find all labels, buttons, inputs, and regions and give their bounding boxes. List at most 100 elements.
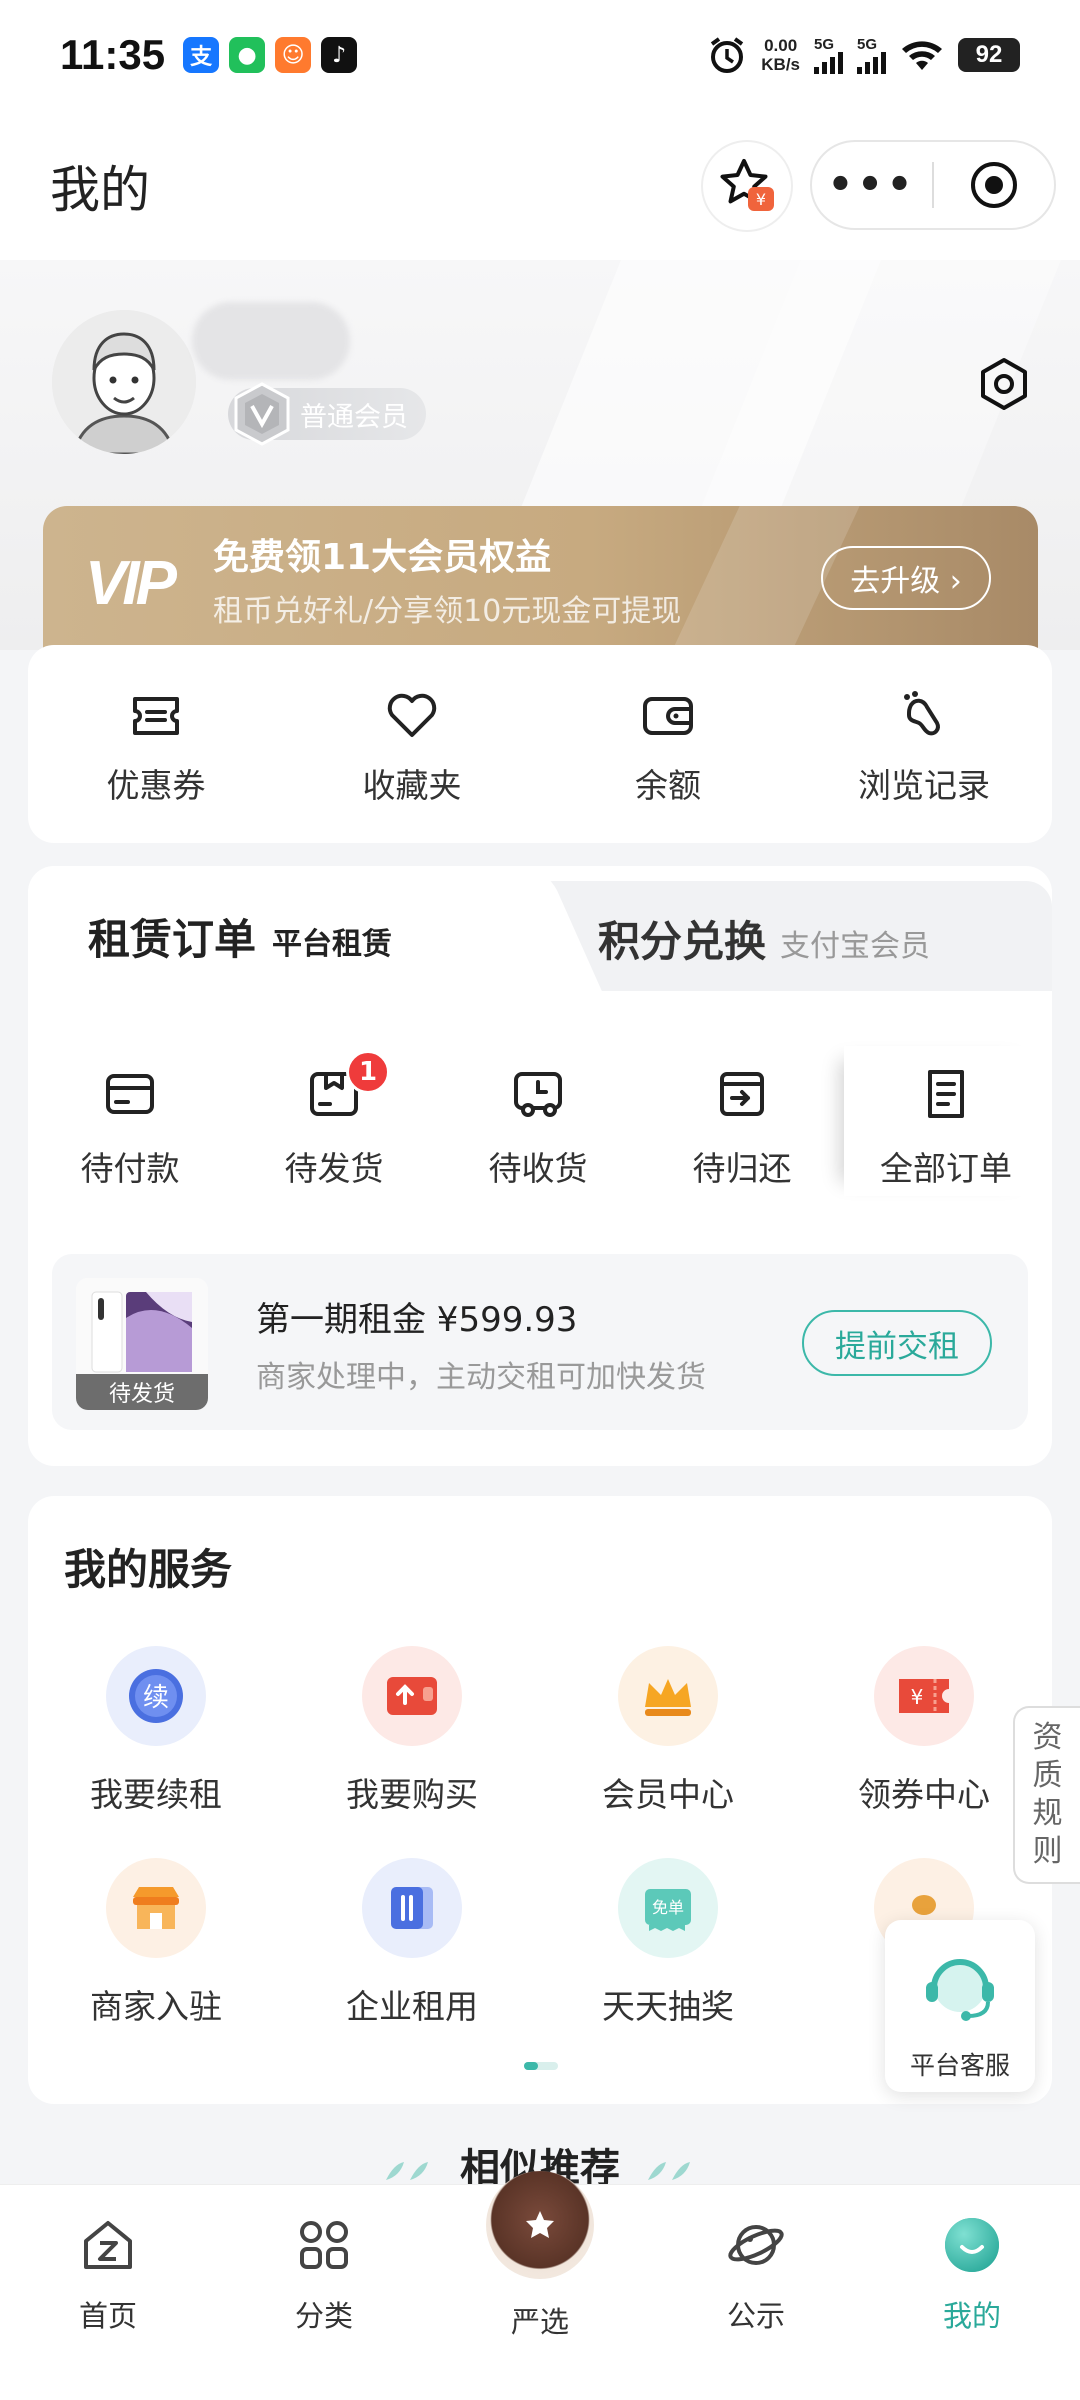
quick-actions: 优惠券 收藏夹 余额 浏览记录	[28, 645, 1052, 843]
vip-logo: VIP	[85, 549, 177, 618]
renew-icon: 续	[106, 1646, 206, 1746]
nav-label: 分类	[294, 2299, 353, 2333]
order-pending-return[interactable]: 待归还	[640, 1046, 844, 1196]
service-label: 商家入驻	[90, 1987, 222, 2026]
orders-card: 租赁订单 平台租赁 积分兑换 支付宝会员 待付款 1 待发货 待收货 待归还 全…	[28, 866, 1052, 1466]
svg-text:¥: ¥	[911, 1685, 924, 1709]
nav-home[interactable]: 首页	[0, 2185, 216, 2400]
tab-points-exchange[interactable]: 积分兑换 支付宝会员	[598, 908, 930, 969]
nav-category[interactable]: 分类	[216, 2185, 432, 2400]
vip-title: 免费领11大会员权益	[213, 537, 552, 578]
selection-icon	[486, 2171, 594, 2279]
pending-order-card[interactable]: 待发货 第一期租金 ¥599.93 商家处理中，主动交租可加快发货 提前交租	[52, 1254, 1028, 1430]
svg-text:续: 续	[143, 1683, 169, 1713]
miniapp-capsule: •••	[810, 140, 1056, 230]
favorite-button[interactable]: ¥	[703, 142, 791, 230]
quick-label: 浏览记录	[858, 766, 990, 805]
store-icon	[106, 1858, 206, 1958]
qualification-rules-tab[interactable]: 资 质 规 则	[1013, 1706, 1080, 1884]
truck-icon	[514, 1072, 562, 1117]
member-level-badge[interactable]: 普通会员	[228, 382, 426, 446]
vip-subtitle: 租币兑好礼/分享领10元现金可提现	[213, 594, 682, 629]
wifi-icon	[902, 41, 942, 70]
order-pending-shipment[interactable]: 1 待发货	[232, 1046, 436, 1196]
more-menu-button[interactable]: •••	[812, 162, 932, 208]
signal-bars-icon	[814, 51, 843, 74]
vip-banner[interactable]: VIP 免费领11大会员权益 租币兑好礼/分享领10元现金可提现 去升级 ›	[43, 506, 1038, 650]
order-status-label: 待付款	[80, 1149, 180, 1188]
nav-label: 我的	[942, 2299, 1001, 2333]
order-pending-receipt[interactable]: 待收货	[436, 1046, 640, 1196]
alarm-icon	[711, 37, 744, 73]
crown-icon	[618, 1646, 718, 1746]
order-status-label: 待归还	[692, 1149, 792, 1188]
upgrade-button[interactable]: 去升级 ›	[821, 546, 991, 610]
services-row: 续 我要续租 我要购买 会员中心 ¥ 领券中心	[28, 1646, 1052, 1858]
quick-label: 余额	[635, 766, 701, 805]
service-label: 天天抽奖	[602, 1987, 734, 2026]
return-icon	[720, 1072, 764, 1116]
planet-icon	[728, 2225, 784, 2265]
battery-indicator: 92	[958, 38, 1020, 72]
pay-rent-early-button[interactable]: 提前交租	[802, 1310, 992, 1376]
home-icon	[84, 2221, 132, 2269]
service-renew[interactable]: 续 我要续租	[28, 1646, 284, 1858]
quick-history[interactable]: 浏览记录	[796, 645, 1052, 843]
order-rent-amount: 第一期租金 ¥599.93	[256, 1300, 578, 1340]
nav-announcement[interactable]: 公示	[648, 2185, 864, 2400]
nav-profile[interactable]: 我的	[864, 2185, 1080, 2400]
svg-text:免单: 免单	[652, 1898, 684, 1917]
rules-char: 资	[1032, 1720, 1063, 1755]
enterprise-icon	[362, 1858, 462, 1958]
shield-v-icon	[234, 382, 290, 446]
nav-label: 严选	[510, 2305, 569, 2339]
wallet-icon	[643, 697, 693, 735]
tab-rental-orders[interactable]: 租赁订单 平台租赁	[88, 906, 392, 967]
service-buy[interactable]: 我要购买	[284, 1646, 540, 1858]
service-merchant-join[interactable]: 商家入驻	[28, 1858, 284, 2070]
rules-char: 则	[1032, 1834, 1063, 1869]
lottery-icon: 免单	[618, 1858, 718, 1958]
ticket-icon: ¥	[874, 1646, 974, 1746]
service-label: 领券中心	[858, 1775, 990, 1814]
card-icon	[106, 1074, 154, 1114]
order-status-label: 全部订单	[880, 1149, 1012, 1188]
rules-char: 质	[1032, 1758, 1063, 1793]
customer-service-button[interactable]: 平台客服	[885, 1920, 1035, 2092]
pending-count-badge: 1	[346, 1050, 390, 1094]
signal-1: 5G	[814, 37, 843, 74]
tiktok-icon: ♪	[321, 37, 358, 73]
service-lottery[interactable]: 免单 天天抽奖	[540, 1858, 796, 2070]
signal-bars-icon	[857, 51, 886, 74]
nav-label: 首页	[78, 2299, 137, 2333]
document-icon	[928, 1070, 964, 1118]
net-speed: 0.00 KB/s	[761, 36, 800, 74]
order-pending-payment[interactable]: 待付款	[28, 1046, 232, 1196]
service-label: 我要续租	[90, 1775, 222, 1814]
nav-label: 公示	[726, 2299, 785, 2333]
tab-title: 积分兑换	[598, 917, 767, 966]
settings-icon[interactable]	[976, 356, 1032, 412]
quick-balance[interactable]: 余额	[540, 645, 796, 843]
order-all[interactable]: 全部订单	[844, 1046, 1048, 1196]
taobao-icon: ☺	[275, 37, 312, 73]
order-status-row: 待付款 1 待发货 待收货 待归还 全部订单	[28, 1046, 1052, 1196]
service-member-center[interactable]: 会员中心	[540, 1646, 796, 1858]
services-title: 我的服务	[64, 1545, 233, 1594]
nav-selection[interactable]: 严选	[432, 2171, 648, 2400]
service-enterprise[interactable]: 企业租用	[284, 1858, 540, 2070]
quick-favorites[interactable]: 收藏夹	[284, 645, 540, 843]
page-title: 我的	[50, 161, 150, 219]
username-blurred	[192, 302, 350, 380]
service-label: 我要购买	[346, 1775, 478, 1814]
avatar[interactable]	[52, 310, 196, 454]
buy-icon	[362, 1646, 462, 1746]
leaf-deco-icon	[648, 2162, 690, 2180]
status-time: 11:35	[60, 31, 166, 78]
close-miniapp-button[interactable]	[934, 159, 1054, 211]
svg-text:¥: ¥	[756, 190, 766, 209]
heart-icon	[387, 693, 437, 737]
service-label: 企业租用	[346, 1987, 478, 2026]
quick-coupon[interactable]: 优惠券	[28, 645, 284, 843]
quick-label: 收藏夹	[362, 766, 462, 805]
